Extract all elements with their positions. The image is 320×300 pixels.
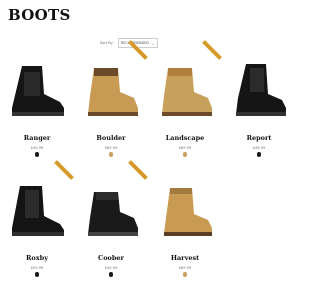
product-price: $49.99 [104,266,118,270]
product-name[interactable]: Report [226,134,292,142]
product-image[interactable] [4,178,70,238]
page-title: BOOTS [8,6,71,24]
product-card[interactable]: Boulder $89.99 [78,40,148,160]
product-price: $89.99 [104,146,118,150]
color-swatch[interactable] [34,152,39,157]
product-image[interactable] [152,58,218,118]
product-card[interactable]: Landscape $89.99 [152,40,222,160]
product-ribbon [128,160,148,180]
product-name[interactable]: Ranger [4,134,70,142]
product-price: $89.99 [178,146,192,150]
product-card[interactable]: Coober $49.99 [78,160,148,280]
product-name[interactable]: Coober [78,254,144,262]
product-price: $49.99 [30,146,44,150]
product-image[interactable] [78,58,144,118]
product-name[interactable]: Roxby [4,254,70,262]
product-image[interactable] [152,178,218,238]
product-image[interactable] [226,58,292,118]
product-name[interactable]: Boulder [78,134,144,142]
product-name[interactable]: Landscape [152,134,218,142]
product-image[interactable] [4,58,70,118]
product-price: $89.99 [178,266,192,270]
color-swatch[interactable] [108,152,113,157]
color-swatch[interactable] [34,272,39,277]
product-card[interactable]: Harvest $89.99 [152,168,218,280]
product-card[interactable]: Roxby $59.99 [4,160,74,280]
chevron-down-icon: ⌄ [151,40,155,46]
product-price: $49.99 [252,146,266,150]
product-image[interactable] [78,178,144,238]
product-price: $59.99 [30,266,44,270]
color-swatch[interactable] [182,272,187,277]
color-swatch[interactable] [182,152,187,157]
product-ribbon [54,160,74,180]
product-ribbon [202,40,222,60]
sort-label: Sort By [100,41,113,45]
product-card[interactable]: Report $49.99 [226,48,292,160]
product-card[interactable]: Ranger $49.99 [4,48,70,160]
color-swatch[interactable] [256,152,261,157]
color-swatch[interactable] [108,272,113,277]
product-name[interactable]: Harvest [152,254,218,262]
